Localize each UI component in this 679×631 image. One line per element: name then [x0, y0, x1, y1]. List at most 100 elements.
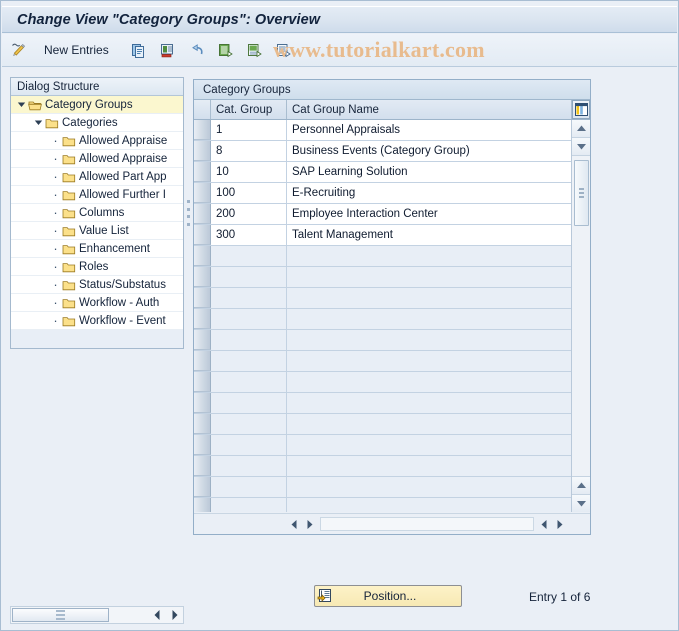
cell-cat-group[interactable] — [211, 267, 287, 287]
display-change-button[interactable] — [6, 37, 31, 63]
new-entries-button[interactable]: New Entries — [35, 37, 118, 63]
table-row[interactable]: 200 Employee Interaction Center — [194, 204, 590, 225]
position-button[interactable]: Position... — [314, 585, 462, 607]
table-row[interactable]: 1 Personnel Appraisals — [194, 120, 590, 141]
tree-expand-toggle-icon[interactable] — [15, 100, 28, 109]
cell-cat-group-name[interactable] — [287, 288, 572, 308]
row-select-button[interactable] — [194, 141, 211, 161]
cell-cat-group-name[interactable] — [287, 351, 572, 371]
cell-cat-group[interactable] — [211, 246, 287, 266]
cell-cat-group[interactable]: 1 — [211, 120, 287, 140]
sidebar-item-allowed-appraise[interactable]: · Allowed Appraise — [11, 132, 183, 150]
undo-button[interactable] — [184, 37, 209, 63]
select-all-column-header[interactable] — [194, 100, 211, 119]
cell-cat-group[interactable] — [211, 351, 287, 371]
cell-cat-group-name[interactable]: E-Recruiting — [287, 183, 572, 203]
table-row[interactable]: 10 SAP Learning Solution — [194, 162, 590, 183]
row-select-button[interactable] — [194, 225, 211, 245]
deselect-all-button[interactable] — [242, 37, 267, 63]
sidebar-item-workflow-auth[interactable]: · Workflow - Auth — [11, 294, 183, 312]
sidebar-item-status-substatus[interactable]: · Status/Substatus — [11, 276, 183, 294]
select-all-button[interactable] — [213, 37, 238, 63]
cell-cat-group-name[interactable]: Personnel Appraisals — [287, 120, 572, 140]
cell-cat-group[interactable] — [211, 477, 287, 497]
cell-cat-group-name[interactable]: Talent Management — [287, 225, 572, 245]
scroll-left-button[interactable] — [287, 517, 302, 532]
row-select-button[interactable] — [194, 309, 211, 329]
cell-cat-group-name[interactable] — [287, 414, 572, 434]
table-row[interactable] — [194, 477, 590, 498]
cell-cat-group-name[interactable]: Employee Interaction Center — [287, 204, 572, 224]
table-row[interactable] — [194, 393, 590, 414]
cell-cat-group[interactable] — [211, 309, 287, 329]
panel-splitter[interactable] — [184, 77, 192, 349]
row-select-button[interactable] — [194, 393, 211, 413]
sidebar-item-columns[interactable]: · Columns — [11, 204, 183, 222]
table-row[interactable] — [194, 330, 590, 351]
cell-cat-group[interactable]: 10 — [211, 162, 287, 182]
select-block-button[interactable] — [271, 37, 296, 63]
cell-cat-group[interactable]: 300 — [211, 225, 287, 245]
table-row[interactable] — [194, 414, 590, 435]
table-row[interactable]: 8 Business Events (Category Group) — [194, 141, 590, 162]
sidebar-item-allowed-further-i[interactable]: · Allowed Further I — [11, 186, 183, 204]
sidebar-horizontal-scrollbar[interactable] — [10, 606, 184, 624]
table-row[interactable] — [194, 372, 590, 393]
copy-as-button[interactable] — [126, 37, 151, 63]
row-select-button[interactable] — [194, 477, 211, 497]
cell-cat-group[interactable]: 100 — [211, 183, 287, 203]
sidebar-item-category-groups[interactable]: Category Groups — [11, 96, 183, 114]
cell-cat-group-name[interactable] — [287, 372, 572, 392]
cell-cat-group[interactable] — [211, 372, 287, 392]
vertical-scroll-thumb[interactable] — [574, 160, 589, 226]
cell-cat-group[interactable] — [211, 330, 287, 350]
cell-cat-group-name[interactable] — [287, 498, 572, 512]
row-select-button[interactable] — [194, 330, 211, 350]
table-row[interactable] — [194, 309, 590, 330]
table-settings-button[interactable] — [572, 100, 590, 119]
sidebar-item-value-list[interactable]: · Value List — [11, 222, 183, 240]
cell-cat-group-name[interactable]: SAP Learning Solution — [287, 162, 572, 182]
page-down-button[interactable] — [572, 494, 590, 512]
scroll-up-button[interactable] — [572, 120, 590, 138]
cell-cat-group[interactable] — [211, 498, 287, 512]
sidebar-item-allowed-part-app[interactable]: · Allowed Part App — [11, 168, 183, 186]
column-header-cat-group-name[interactable]: Cat Group Name — [287, 100, 572, 119]
table-row[interactable] — [194, 267, 590, 288]
table-vertical-scrollbar[interactable] — [571, 120, 590, 512]
scroll-right-end-button[interactable] — [552, 517, 567, 532]
cell-cat-group-name[interactable] — [287, 477, 572, 497]
cell-cat-group[interactable] — [211, 288, 287, 308]
sidebar-item-workflow-event[interactable]: · Workflow - Event — [11, 312, 183, 330]
row-select-button[interactable] — [194, 246, 211, 266]
cell-cat-group[interactable] — [211, 414, 287, 434]
scroll-right-button[interactable] — [302, 517, 317, 532]
row-select-button[interactable] — [194, 498, 211, 512]
row-select-button[interactable] — [194, 351, 211, 371]
table-row[interactable]: 100 E-Recruiting — [194, 183, 590, 204]
row-select-button[interactable] — [194, 414, 211, 434]
table-row[interactable]: 300 Talent Management — [194, 225, 590, 246]
cell-cat-group[interactable]: 8 — [211, 141, 287, 161]
row-select-button[interactable] — [194, 372, 211, 392]
row-select-button[interactable] — [194, 183, 211, 203]
cell-cat-group-name[interactable] — [287, 456, 572, 476]
delete-button[interactable] — [155, 37, 180, 63]
sidebar-scroll-left-button[interactable] — [149, 607, 166, 623]
tree-expand-toggle-icon[interactable] — [32, 118, 45, 127]
table-row[interactable] — [194, 498, 590, 512]
cell-cat-group[interactable] — [211, 456, 287, 476]
cell-cat-group[interactable]: 200 — [211, 204, 287, 224]
row-select-button[interactable] — [194, 288, 211, 308]
row-select-button[interactable] — [194, 204, 211, 224]
sidebar-item-categories[interactable]: Categories — [11, 114, 183, 132]
table-row[interactable] — [194, 435, 590, 456]
row-select-button[interactable] — [194, 267, 211, 287]
table-row[interactable] — [194, 246, 590, 267]
sidebar-scroll-right-button[interactable] — [166, 607, 183, 623]
cell-cat-group[interactable] — [211, 435, 287, 455]
table-horizontal-scrollbar[interactable] — [194, 513, 590, 534]
sidebar-scroll-thumb[interactable] — [12, 608, 109, 622]
cell-cat-group-name[interactable]: Business Events (Category Group) — [287, 141, 572, 161]
column-header-cat-group[interactable]: Cat. Group — [211, 100, 287, 119]
